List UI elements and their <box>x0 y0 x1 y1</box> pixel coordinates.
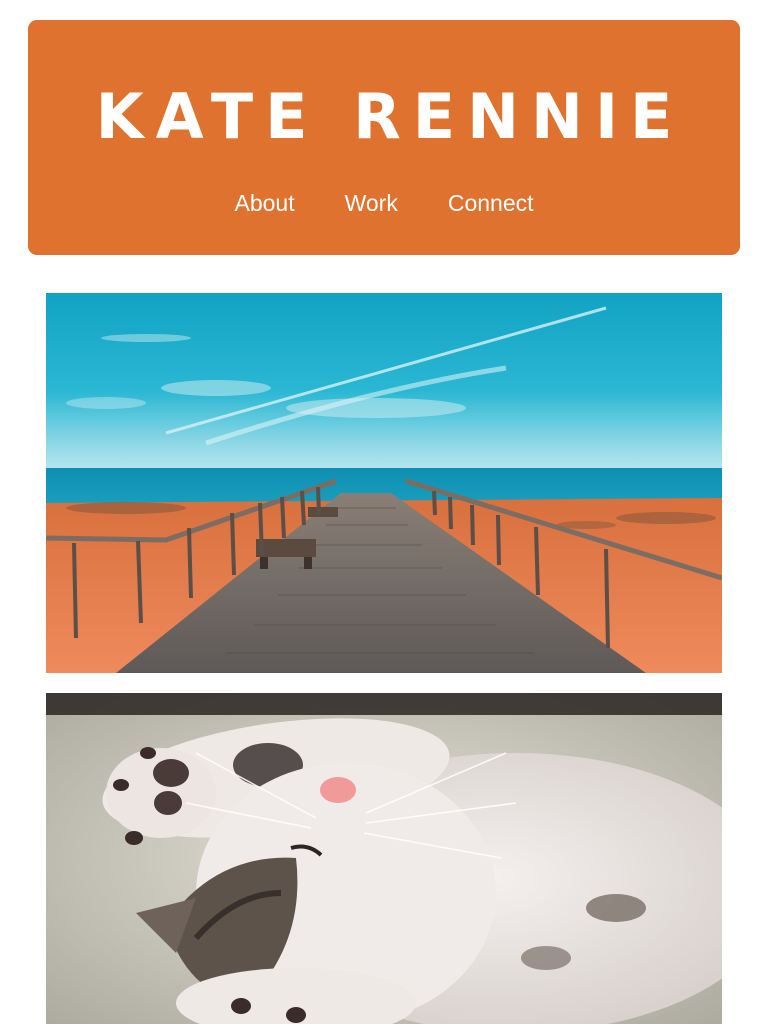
photo-boardwalk[interactable] <box>46 293 722 673</box>
nav-link-connect[interactable]: Connect <box>448 190 534 217</box>
main-nav: About Work Connect <box>28 190 740 217</box>
boardwalk-illustration <box>46 293 722 673</box>
kitten-illustration <box>46 693 722 1024</box>
site-title: KATE RENNIE <box>95 80 685 153</box>
site-header: KATE RENNIE About Work Connect <box>28 20 740 255</box>
nav-link-about[interactable]: About <box>234 190 294 217</box>
nav-link-work[interactable]: Work <box>345 190 398 217</box>
photo-kitten[interactable] <box>46 693 722 1024</box>
